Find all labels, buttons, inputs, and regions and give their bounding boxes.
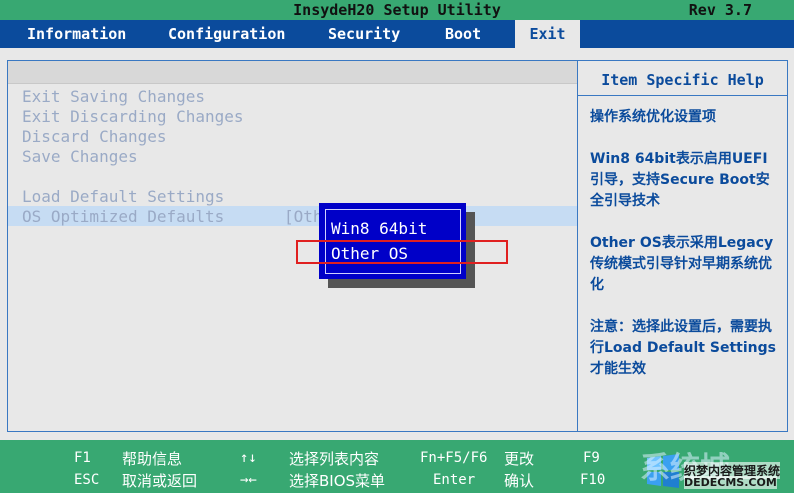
footer-key: Fn+F5/F6 [420, 450, 488, 466]
help-paragraph: 注意：选择此设置后，需要执行Load Default Settings才能生效 [590, 319, 776, 377]
help-title: Item Specific Help [578, 61, 787, 96]
menu-item-exit-saving-changes[interactable]: Exit Saving Changes [22, 87, 205, 106]
tab-boot[interactable]: Boot [445, 20, 481, 48]
footer-desc: 选择列表内容 [289, 450, 380, 468]
footer-key: ESC [74, 472, 100, 488]
menu-item-os-optimized-defaults[interactable]: OS Optimized Defaults [22, 207, 224, 226]
footer-desc: 取消或返回 [122, 472, 198, 490]
help-paragraph: Win8 64bit表示启用UEFI引导，支持Secure Boot安全引导技术 [590, 151, 770, 209]
footer-key: →← [240, 472, 257, 488]
footer-desc: 确认 [504, 472, 535, 490]
footer-key: Enter [433, 472, 476, 488]
menu-item-load-default-settings[interactable]: Load Default Settings [22, 187, 224, 206]
tab-configuration[interactable]: Configuration [168, 20, 285, 48]
tab-exit[interactable]: Exit [515, 20, 580, 48]
footer-key: ↑↓ [240, 450, 257, 466]
tab-security[interactable]: Security [328, 20, 400, 48]
footer-desc: 选择BIOS菜单 [289, 472, 386, 490]
watermark-line2: DEDECMS.COM [684, 476, 777, 489]
footer-desc: 更改 [504, 450, 535, 468]
revision-label: Rev 3.7 [688, 1, 752, 19]
menu-item-save-changes[interactable]: Save Changes [22, 147, 138, 166]
help-paragraph: 操作系统优化设置项 [590, 109, 716, 125]
help-paragraph: Other OS表示采用Legacy传统模式引导针对早期系统优化 [590, 235, 774, 293]
tab-information[interactable]: Information [27, 20, 126, 48]
footer-desc: 帮助信息 [122, 450, 183, 468]
footer-key: F1 [74, 450, 91, 466]
menu-item-discard-changes[interactable]: Discard Changes [22, 127, 167, 146]
footer-key: F10 [580, 472, 606, 488]
panel-header-strip [8, 61, 578, 84]
app-title: InsydeH20 Setup Utility [293, 1, 501, 19]
popup-option-win8-64bit[interactable]: Win8 64bit [331, 219, 427, 238]
footer-key: F9 [583, 450, 600, 466]
title-bar: InsydeH20 Setup Utility Rev 3.7 [0, 0, 794, 20]
menu-item-exit-discarding-changes[interactable]: Exit Discarding Changes [22, 107, 244, 126]
item-specific-help-panel: Item Specific Help 操作系统优化设置项 Win8 64bit表… [577, 60, 788, 432]
menu-tab-bar: Information Configuration Security Boot … [0, 20, 794, 48]
highlight-annotation-box [296, 240, 508, 264]
